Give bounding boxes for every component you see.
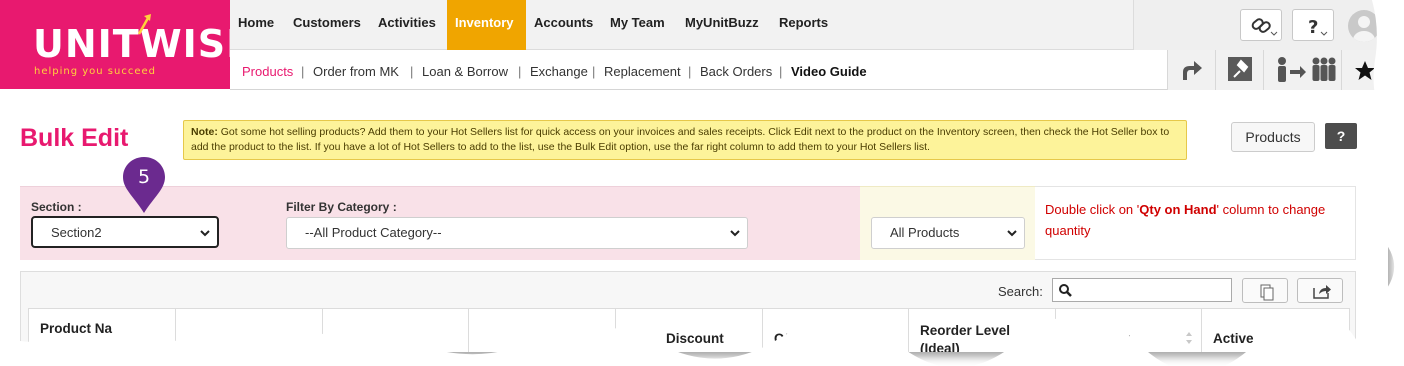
- col-product-name[interactable]: Product Na: [29, 309, 176, 352]
- subnav-back-orders[interactable]: Back Orders: [700, 64, 772, 79]
- note-text: Got some hot selling products? Add them …: [191, 126, 1170, 153]
- col-label: Hot Seller: [1067, 331, 1131, 346]
- quantity-hint: Double click on 'Qty on Hand' column to …: [1035, 186, 1356, 260]
- col-discount[interactable]: Discount: [616, 309, 763, 352]
- category-label: Filter By Category :: [286, 200, 397, 214]
- export-icon: [1313, 285, 1331, 299]
- products-button[interactable]: Products: [1231, 122, 1315, 152]
- subnav-separator: |: [779, 64, 783, 79]
- main-nav: Home Customers Activities Inventory Acco…: [230, 0, 1388, 50]
- help-icon: ?: [1308, 17, 1328, 38]
- brand-tagline: helping you succeed: [34, 66, 157, 77]
- export-button[interactable]: [1297, 278, 1343, 303]
- subnav-products[interactable]: Products: [242, 64, 293, 79]
- col-label: Discount: [666, 331, 724, 346]
- page-help-button[interactable]: ?: [1325, 123, 1357, 149]
- header-actions: ?: [1133, 0, 1388, 50]
- subnav-video-guide[interactable]: Video Guide: [791, 64, 867, 79]
- all-products-value: All Products: [890, 225, 960, 240]
- help-menu-button[interactable]: ?: [1292, 9, 1334, 41]
- subnav-replacement[interactable]: Replacement: [604, 64, 681, 79]
- copy-icon: [1260, 284, 1274, 301]
- nav-inventory[interactable]: Inventory: [447, 0, 526, 50]
- pin-button[interactable]: [1215, 50, 1263, 90]
- page-title: Bulk Edit: [20, 124, 129, 152]
- copy-button[interactable]: [1242, 278, 1288, 303]
- col-label: Product Na: [40, 321, 113, 336]
- col-label: Active: [1213, 331, 1254, 346]
- subnav-separator: |: [410, 64, 414, 79]
- hint-bold: Qty on Hand: [1139, 202, 1217, 217]
- star-icon: [1355, 61, 1375, 80]
- nav-home[interactable]: Home: [230, 0, 282, 50]
- col-reorder-level[interactable]: Reorder Level (Ideal): [909, 309, 1056, 352]
- app-window: UNITWISE helping you succeed Home Custom…: [0, 0, 1388, 352]
- subnav-loan-borrow[interactable]: Loan & Borrow: [422, 64, 508, 79]
- step-marker: 5: [123, 157, 165, 213]
- col-3[interactable]: [323, 309, 469, 352]
- sort-icon: [1335, 332, 1341, 344]
- chevron-down-icon: [200, 230, 210, 237]
- transfer-button[interactable]: [1263, 50, 1341, 90]
- link-button[interactable]: [1240, 9, 1282, 41]
- table-header: Product Na Discount Qty On Hand Reorder …: [28, 308, 1350, 352]
- nav-myunitbuzz[interactable]: MyUnitBuzz: [677, 0, 767, 50]
- col-hot-seller[interactable]: Hot Seller: [1056, 309, 1202, 352]
- link-icon: [1251, 18, 1278, 36]
- subnav-separator: |: [592, 64, 596, 79]
- subnav-order-from-mk[interactable]: Order from MK: [313, 64, 399, 79]
- svg-text:?: ?: [1308, 17, 1318, 38]
- col-qty-on-hand[interactable]: Qty On Hand: [763, 309, 909, 352]
- section-select[interactable]: Section2: [31, 216, 219, 248]
- col-4[interactable]: [469, 309, 616, 352]
- sort-icon: [1040, 332, 1046, 344]
- hint-prefix: Double click on ': [1045, 202, 1140, 217]
- nav-my-team[interactable]: My Team: [602, 0, 673, 50]
- subnav-separator: |: [688, 64, 692, 79]
- search-label: Search:: [998, 284, 1043, 299]
- category-select-value: --All Product Category--: [305, 225, 442, 240]
- transfer-users-icon: [1278, 57, 1336, 82]
- step-number: 5: [138, 166, 150, 188]
- section-select-value: Section2: [51, 225, 102, 240]
- search-icon: [1059, 284, 1072, 297]
- chevron-down-icon: [730, 230, 740, 237]
- nav-reports[interactable]: Reports: [771, 0, 836, 50]
- products-filter-panel: All Products: [860, 186, 1035, 260]
- subnav-exchange[interactable]: Exchange: [530, 64, 588, 79]
- nav-accounts[interactable]: Accounts: [526, 0, 601, 50]
- user-avatar[interactable]: [1348, 10, 1380, 42]
- favorite-button[interactable]: [1341, 50, 1388, 90]
- nav-activities[interactable]: Activities: [370, 0, 444, 50]
- pin-icon: [1228, 57, 1252, 81]
- sub-nav: Products | Order from MK | Loan & Borrow…: [230, 50, 1388, 90]
- share-arrow-icon: [1183, 61, 1202, 80]
- avatar-icon: [1353, 16, 1375, 42]
- nav-customers[interactable]: Customers: [285, 0, 369, 50]
- category-select[interactable]: --All Product Category--: [286, 217, 748, 249]
- section-label: Section :: [31, 200, 82, 214]
- subnav-separator: |: [301, 64, 305, 79]
- logo-arrow-icon: [137, 14, 151, 35]
- hot-seller-note: Note: Got some hot selling products? Add…: [183, 120, 1187, 160]
- share-button[interactable]: [1167, 50, 1215, 90]
- col-2[interactable]: [176, 309, 323, 352]
- chevron-down-icon: [1007, 230, 1017, 237]
- col-active[interactable]: Active: [1202, 309, 1350, 352]
- col-label: Qty On Hand: [774, 331, 857, 346]
- logo[interactable]: UNITWISE helping you succeed: [0, 0, 252, 89]
- note-label: Note:: [191, 126, 218, 138]
- subnav-separator: |: [518, 64, 522, 79]
- all-products-select[interactable]: All Products: [871, 217, 1025, 249]
- search-input[interactable]: [1052, 278, 1232, 302]
- col-label: Reorder Level (Ideal): [920, 323, 1011, 352]
- sort-icon: [1186, 332, 1192, 344]
